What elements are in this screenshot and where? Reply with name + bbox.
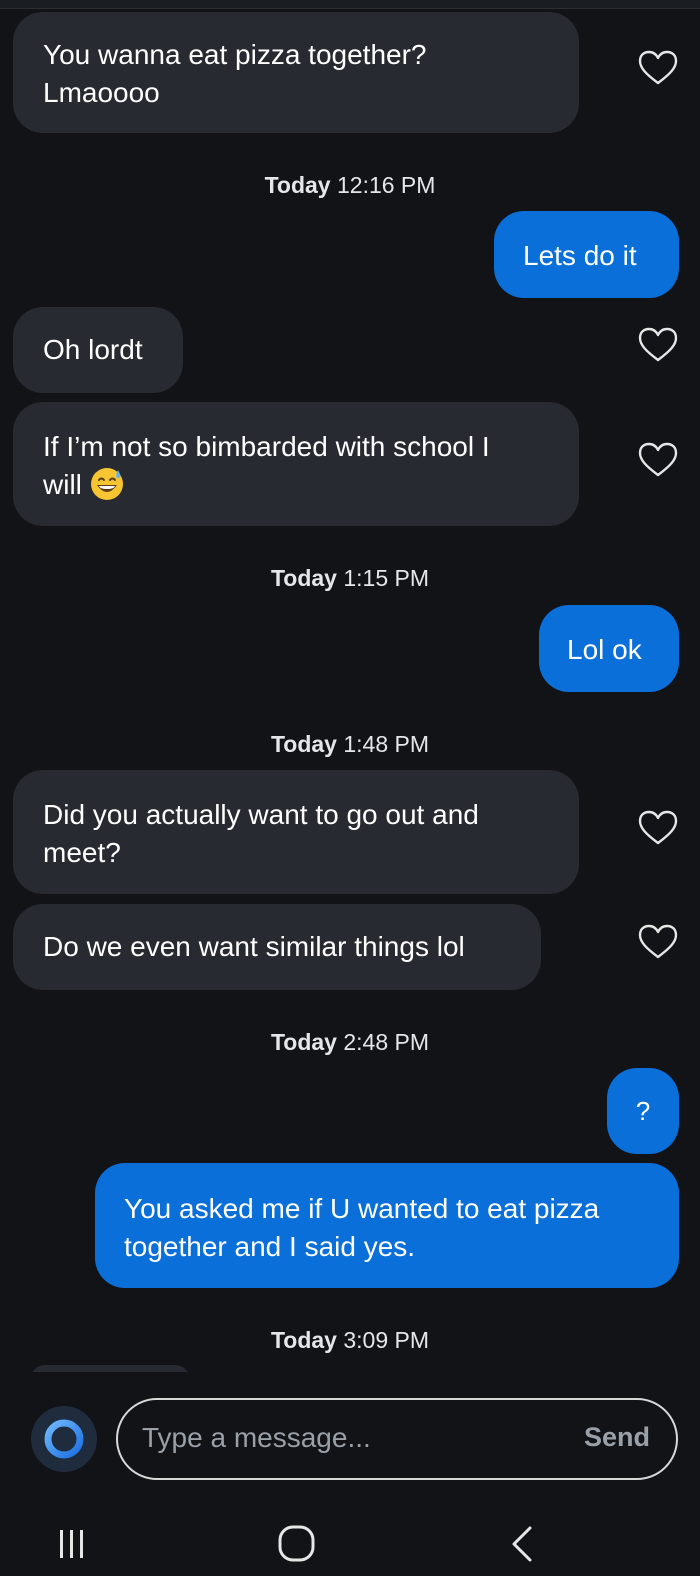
message-text: Lol ok bbox=[567, 634, 642, 665]
timestamp-time: 3:09 PM bbox=[343, 1327, 430, 1353]
heart-outline-icon[interactable] bbox=[638, 810, 678, 846]
timestamp: Today 3:09 PM bbox=[0, 1327, 700, 1354]
message-input-placeholder: Type a message... bbox=[142, 1422, 371, 1453]
incoming-message-partial[interactable] bbox=[30, 1365, 190, 1372]
timestamp-day: Today bbox=[270, 1029, 337, 1055]
grinning-face-with-sweat-icon bbox=[90, 467, 123, 500]
incoming-message[interactable]: If I’m not so bimbarded with school I wi… bbox=[13, 402, 579, 526]
timestamp-day: Today bbox=[264, 172, 331, 198]
message-text-line: together and I said yes. bbox=[124, 1231, 416, 1262]
message-text-line: meet? bbox=[43, 837, 121, 868]
heart-outline-icon[interactable] bbox=[638, 924, 678, 960]
message-input[interactable]: Type a message... Send bbox=[116, 1398, 678, 1480]
message-text-line: Did you actually want to go out and bbox=[43, 799, 479, 830]
incoming-message[interactable]: Do we even want similar things lol bbox=[13, 904, 541, 990]
timestamp-time: 1:48 PM bbox=[343, 731, 430, 757]
timestamp-day: Today bbox=[270, 565, 337, 591]
timestamp-time: 12:16 PM bbox=[336, 172, 436, 198]
message-text-line: will bbox=[43, 466, 549, 504]
heart-outline-icon[interactable] bbox=[638, 442, 678, 478]
heart-outline-icon[interactable] bbox=[638, 50, 678, 86]
ring-icon bbox=[44, 1419, 84, 1459]
timestamp-day: Today bbox=[270, 731, 337, 757]
system-navigation-bar bbox=[0, 1502, 700, 1576]
message-text: Oh lordt bbox=[43, 334, 143, 365]
send-button[interactable]: Send bbox=[584, 1422, 650, 1453]
outgoing-message[interactable]: Lets do it bbox=[494, 211, 679, 298]
heart-outline-icon[interactable] bbox=[638, 327, 678, 363]
chat-screen: You wanna eat pizza together? Lmaoooo To… bbox=[0, 0, 700, 1576]
message-text: Do we even want similar things lol bbox=[43, 931, 465, 962]
timestamp: Today 1:15 PM bbox=[0, 565, 700, 592]
message-text-line: You wanna eat pizza together? bbox=[43, 39, 427, 70]
timestamp: Today 1:48 PM bbox=[0, 731, 700, 758]
message-text-line: Lmaoooo bbox=[43, 77, 160, 108]
message-text: will bbox=[43, 469, 82, 500]
message-text: ? bbox=[635, 1096, 651, 1126]
incoming-message[interactable]: Did you actually want to go out and meet… bbox=[13, 770, 579, 894]
outgoing-message[interactable]: You asked me if U wanted to eat pizza to… bbox=[95, 1163, 679, 1288]
outgoing-message[interactable]: Lol ok bbox=[539, 605, 679, 692]
timestamp-day: Today bbox=[270, 1327, 337, 1353]
message-text-line: If I’m not so bimbarded with school I bbox=[43, 431, 490, 462]
message-text: Lets do it bbox=[523, 240, 637, 271]
timestamp: Today 12:16 PM bbox=[0, 172, 700, 199]
recents-icon[interactable] bbox=[52, 1526, 92, 1562]
timestamp-time: 2:48 PM bbox=[343, 1029, 430, 1055]
assistant-button[interactable] bbox=[31, 1406, 97, 1472]
timestamp-time: 1:15 PM bbox=[343, 565, 430, 591]
timestamp: Today 2:48 PM bbox=[0, 1029, 700, 1056]
incoming-message[interactable]: You wanna eat pizza together? Lmaoooo bbox=[13, 12, 579, 133]
back-icon[interactable] bbox=[504, 1524, 540, 1564]
outgoing-message[interactable]: ? bbox=[607, 1068, 679, 1154]
message-text-line: You asked me if U wanted to eat pizza bbox=[124, 1193, 600, 1224]
incoming-message[interactable]: Oh lordt bbox=[13, 307, 183, 393]
home-icon[interactable] bbox=[274, 1524, 320, 1564]
message-thread[interactable]: You wanna eat pizza together? Lmaoooo To… bbox=[0, 0, 700, 1372]
